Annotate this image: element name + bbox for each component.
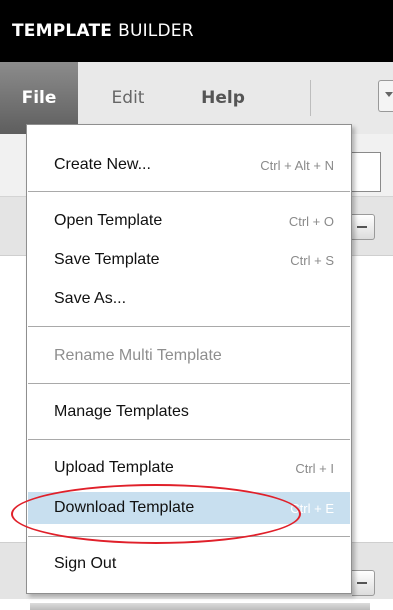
menu-item-rename-multi-template: Rename Multi Template	[28, 340, 350, 372]
app-title-bar: TEMPLATE BUILDER	[0, 0, 393, 62]
collapse-button-lower[interactable]	[352, 570, 375, 596]
toolbar-dropdown-button[interactable]	[378, 80, 393, 112]
menu-item-create-new[interactable]: Create New... Ctrl + Alt + N	[28, 149, 350, 181]
menubar-divider	[310, 80, 311, 116]
menu-item-label: Open Template	[54, 212, 163, 229]
menu-item-label: Save Template	[54, 251, 160, 268]
file-menu-dropdown: Create New... Ctrl + Alt + N Open Templa…	[26, 124, 352, 594]
menu-separator	[28, 439, 350, 440]
collapse-button[interactable]	[352, 214, 375, 240]
menu-item-save-as[interactable]: Save As...	[28, 283, 350, 315]
menu-item-label: Rename Multi Template	[54, 347, 222, 364]
background-scroll-bar[interactable]	[30, 603, 370, 610]
menu-item-label: Upload Template	[54, 459, 174, 476]
menu-item-label: Create New...	[54, 156, 151, 173]
menu-separator	[28, 536, 350, 537]
menu-item-shortcut: Ctrl + Alt + N	[260, 157, 334, 173]
menu-item-download-template[interactable]: Download Template Ctrl + E	[28, 492, 350, 524]
menu-item-shortcut: Ctrl + I	[295, 460, 334, 476]
menu-item-shortcut: Ctrl + S	[290, 252, 334, 268]
menu-item-shortcut: Ctrl + E	[290, 500, 334, 516]
menu-item-label: Manage Templates	[54, 403, 189, 420]
menu-item-manage-templates[interactable]: Manage Templates	[28, 396, 350, 428]
menu-separator	[28, 326, 350, 327]
app-title-bold: TEMPLATE	[12, 21, 113, 41]
menu-separator	[28, 191, 350, 192]
menu-item-open-template[interactable]: Open Template Ctrl + O	[28, 205, 350, 237]
menu-item-upload-template[interactable]: Upload Template Ctrl + I	[28, 452, 350, 484]
menu-item-label: Download Template	[54, 499, 195, 516]
app-title-normal: BUILDER	[118, 21, 194, 41]
menu-item-sign-out[interactable]: Sign Out	[28, 548, 350, 580]
menu-item-save-template[interactable]: Save Template Ctrl + S	[28, 244, 350, 276]
menu-item-label: Sign Out	[54, 555, 117, 572]
chevron-down-icon	[385, 92, 393, 97]
menu-item-label: Save As...	[54, 290, 127, 307]
background-input-field[interactable]	[350, 152, 381, 192]
menu-separator	[28, 383, 350, 384]
menu-item-shortcut: Ctrl + O	[288, 213, 334, 229]
